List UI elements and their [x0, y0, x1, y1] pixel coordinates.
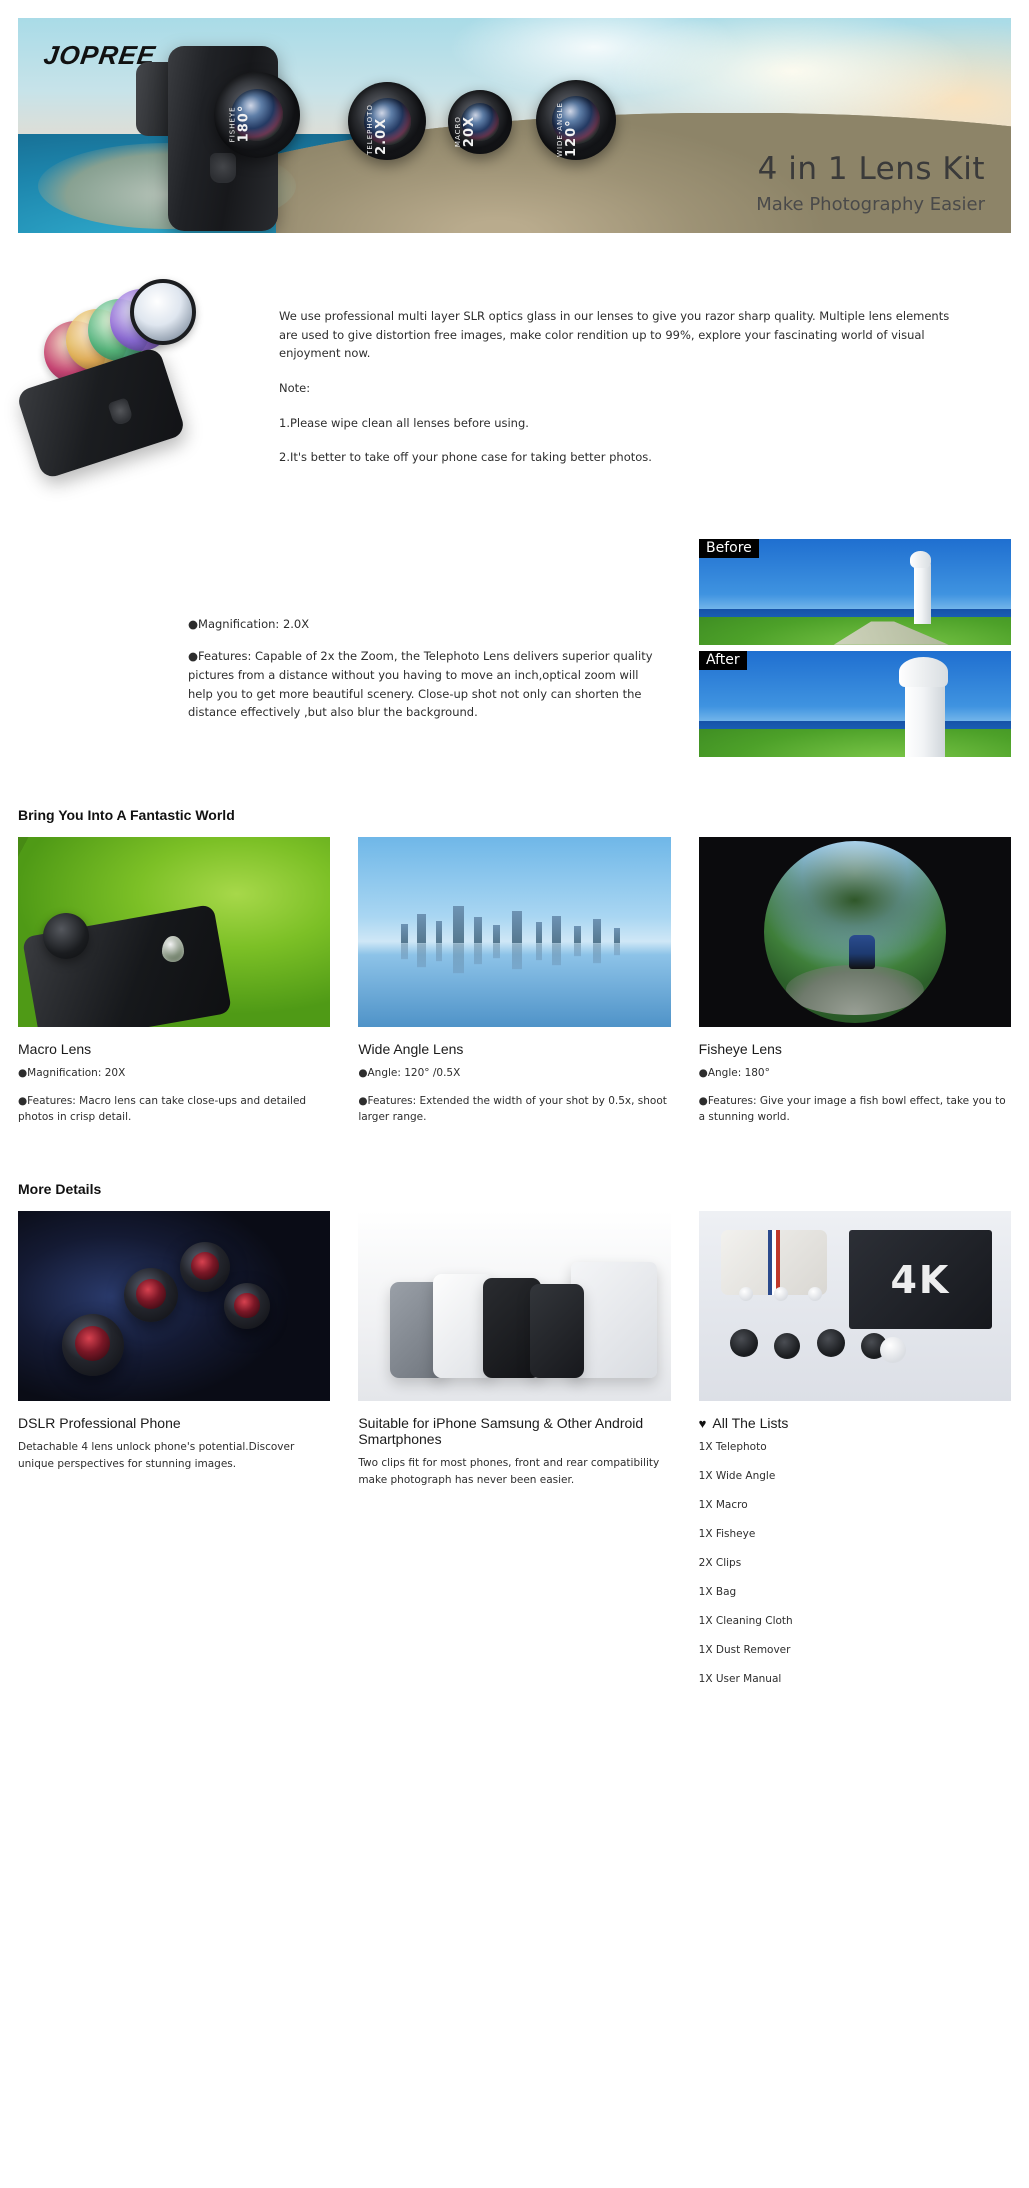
detail-card-kit-list: 4K ♥ All The Lists 1X Telephoto 1X Wide … — [698, 1211, 1011, 1702]
all-lists-label: All The Lists — [712, 1415, 789, 1432]
telephoto-text-block: ●Magnification: 2.0X ●Features: Capable … — [18, 539, 699, 736]
macro-lens-photo — [18, 836, 331, 1027]
lens-label-fisheye: FISHEYE 180° — [228, 104, 252, 143]
lens-elements-illustration — [15, 275, 233, 480]
after-label: After — [699, 650, 747, 670]
water-drop — [161, 935, 184, 962]
fisheye-circle — [763, 840, 946, 1023]
page-bottom-spacer — [0, 1702, 1029, 1730]
lens — [729, 1328, 758, 1357]
lens-label-wide-angle: WIDE-ANGLE 120° — [555, 102, 579, 157]
lens — [773, 1332, 800, 1359]
fantastic-world-heading: Bring You Into A Fantastic World — [18, 806, 235, 823]
intro-paragraph: We use professional multi layer SLR opti… — [279, 309, 950, 361]
compatible-phones-photo — [358, 1211, 671, 1402]
lens-label-telephoto: TELEPHOTO 2.0X — [365, 104, 389, 155]
card-title: Suitable for iPhone Samsung & Other Andr… — [358, 1415, 644, 1448]
dust-remover — [879, 1336, 906, 1363]
list-item: 1X Dust Remover — [698, 1644, 791, 1657]
lens — [817, 1328, 846, 1357]
telephoto-features: ●Features: Capable of 2x the Zoom, the T… — [188, 649, 653, 720]
before-after-gallery: Before After — [699, 538, 1011, 763]
list-item: 1X Fisheye — [698, 1528, 756, 1541]
fisheye-lens-photo — [698, 836, 1011, 1027]
card-body: Detachable 4 lens unlock phone's potenti… — [18, 1441, 295, 1470]
lens-card-wide-angle: Wide Angle Lens ●Angle: 120° /0.5X ●Feat… — [358, 836, 671, 1137]
intro-note-1: 1.Please wipe clean all lenses before us… — [279, 415, 529, 430]
water-reflection — [396, 943, 633, 977]
card-features: ●Features: Give your image a fish bowl e… — [698, 1094, 1006, 1124]
hero-lens-macro: MACRO 20X — [448, 90, 512, 154]
before-label: Before — [699, 538, 759, 558]
city-skyline — [396, 901, 633, 944]
list-item: 1X Wide Angle — [698, 1470, 776, 1483]
lens-card-fisheye: Fisheye Lens ●Angle: 180° ●Features: Giv… — [698, 836, 1011, 1137]
dslr-lenses-photo — [18, 1211, 331, 1402]
lighthouse-top — [909, 551, 931, 569]
kit-contents-photo: 4K — [698, 1211, 1011, 1402]
attached-lens — [42, 912, 89, 959]
card-title: DSLR Professional Phone — [18, 1415, 181, 1432]
more-details-grid: DSLR Professional Phone Detachable 4 len… — [18, 1211, 1011, 1702]
grass — [699, 729, 1011, 757]
detail-card-compatibility: Suitable for iPhone Samsung & Other Andr… — [358, 1211, 671, 1702]
product-detail-page: JOPREE FISHEYE 180° TELEPHOTO 2.0X MACRO 20… — [0, 18, 1029, 1730]
list-item: 1X Cleaning Cloth — [698, 1615, 793, 1628]
list-item: 1X Macro — [698, 1499, 748, 1512]
lens-card-grid: Macro Lens ●Magnification: 20X ●Features… — [18, 836, 1011, 1137]
card-features: ●Features: Macro lens can take close-ups… — [18, 1094, 307, 1124]
lens — [124, 1268, 179, 1323]
hero-subtitle: Make Photography Easier — [756, 194, 985, 215]
card-title: Wide Angle Lens — [358, 1040, 464, 1057]
detail-card-dslr: DSLR Professional Phone Detachable 4 len… — [18, 1211, 331, 1702]
card-body: Two clips fit for most phones, front and… — [358, 1457, 660, 1486]
list-item: 1X Telephoto — [698, 1441, 767, 1454]
phone — [530, 1284, 585, 1379]
all-lists-title: ♥ All The Lists — [699, 1415, 1011, 1431]
lens — [224, 1283, 271, 1330]
card-spec: ●Magnification: 20X — [18, 1066, 126, 1079]
list-item: 1X User Manual — [698, 1673, 782, 1686]
lens-cap — [807, 1287, 822, 1302]
intro-note-2: 2.It's better to take off your phone cas… — [279, 450, 652, 465]
card-spec: ●Angle: 180° — [698, 1066, 770, 1079]
lens — [61, 1313, 124, 1376]
lighthouse-top — [898, 657, 948, 687]
hero-lens-wide-angle: WIDE-ANGLE 120° — [536, 80, 616, 160]
intro-section: We use professional multi layer SLR opti… — [15, 275, 1011, 483]
card-features: ●Features: Extended the width of your sh… — [358, 1094, 667, 1124]
card-title: Macro Lens — [18, 1040, 92, 1057]
list-item: 2X Clips — [698, 1557, 742, 1570]
box-label: 4K — [890, 1257, 951, 1302]
lens-cap — [739, 1287, 754, 1302]
lens — [180, 1241, 231, 1292]
after-image: After — [699, 650, 1011, 757]
intro-phone — [15, 346, 187, 480]
lens-label-macro: MACRO 20X — [454, 115, 478, 148]
wide-angle-lens-photo — [358, 836, 671, 1027]
lens-cap — [773, 1287, 788, 1302]
more-details-heading: More Details — [18, 1181, 102, 1198]
carry-bag — [720, 1230, 827, 1295]
telephoto-magnification: ●Magnification: 2.0X — [188, 616, 310, 631]
telephoto-section: ●Magnification: 2.0X ●Features: Capable … — [18, 538, 1011, 763]
hero-lens-fisheye: FISHEYE 180° — [214, 72, 300, 158]
cyclist — [849, 935, 876, 970]
lighthouse-body — [904, 682, 945, 757]
card-spec: ●Angle: 120° /0.5X — [358, 1066, 461, 1079]
hero-banner: JOPREE FISHEYE 180° TELEPHOTO 2.0X MACRO 20… — [18, 18, 1011, 233]
hero-lens-telephoto: TELEPHOTO 2.0X — [348, 82, 426, 160]
intro-text-block: We use professional multi layer SLR opti… — [233, 275, 1011, 483]
before-image: Before — [699, 538, 1011, 645]
hero-title: 4 in 1 Lens Kit — [757, 151, 985, 187]
list-item: 1X Bag — [698, 1586, 737, 1599]
retail-box: 4K — [848, 1230, 993, 1329]
lighthouse-body — [914, 562, 932, 624]
lens-element-front — [130, 279, 196, 345]
intro-note-label: Note: — [279, 380, 311, 395]
path — [785, 964, 924, 1016]
lens-card-macro: Macro Lens ●Magnification: 20X ●Features… — [18, 836, 331, 1137]
heart-icon: ♥ — [698, 1415, 707, 1431]
card-title: Fisheye Lens — [698, 1040, 782, 1057]
